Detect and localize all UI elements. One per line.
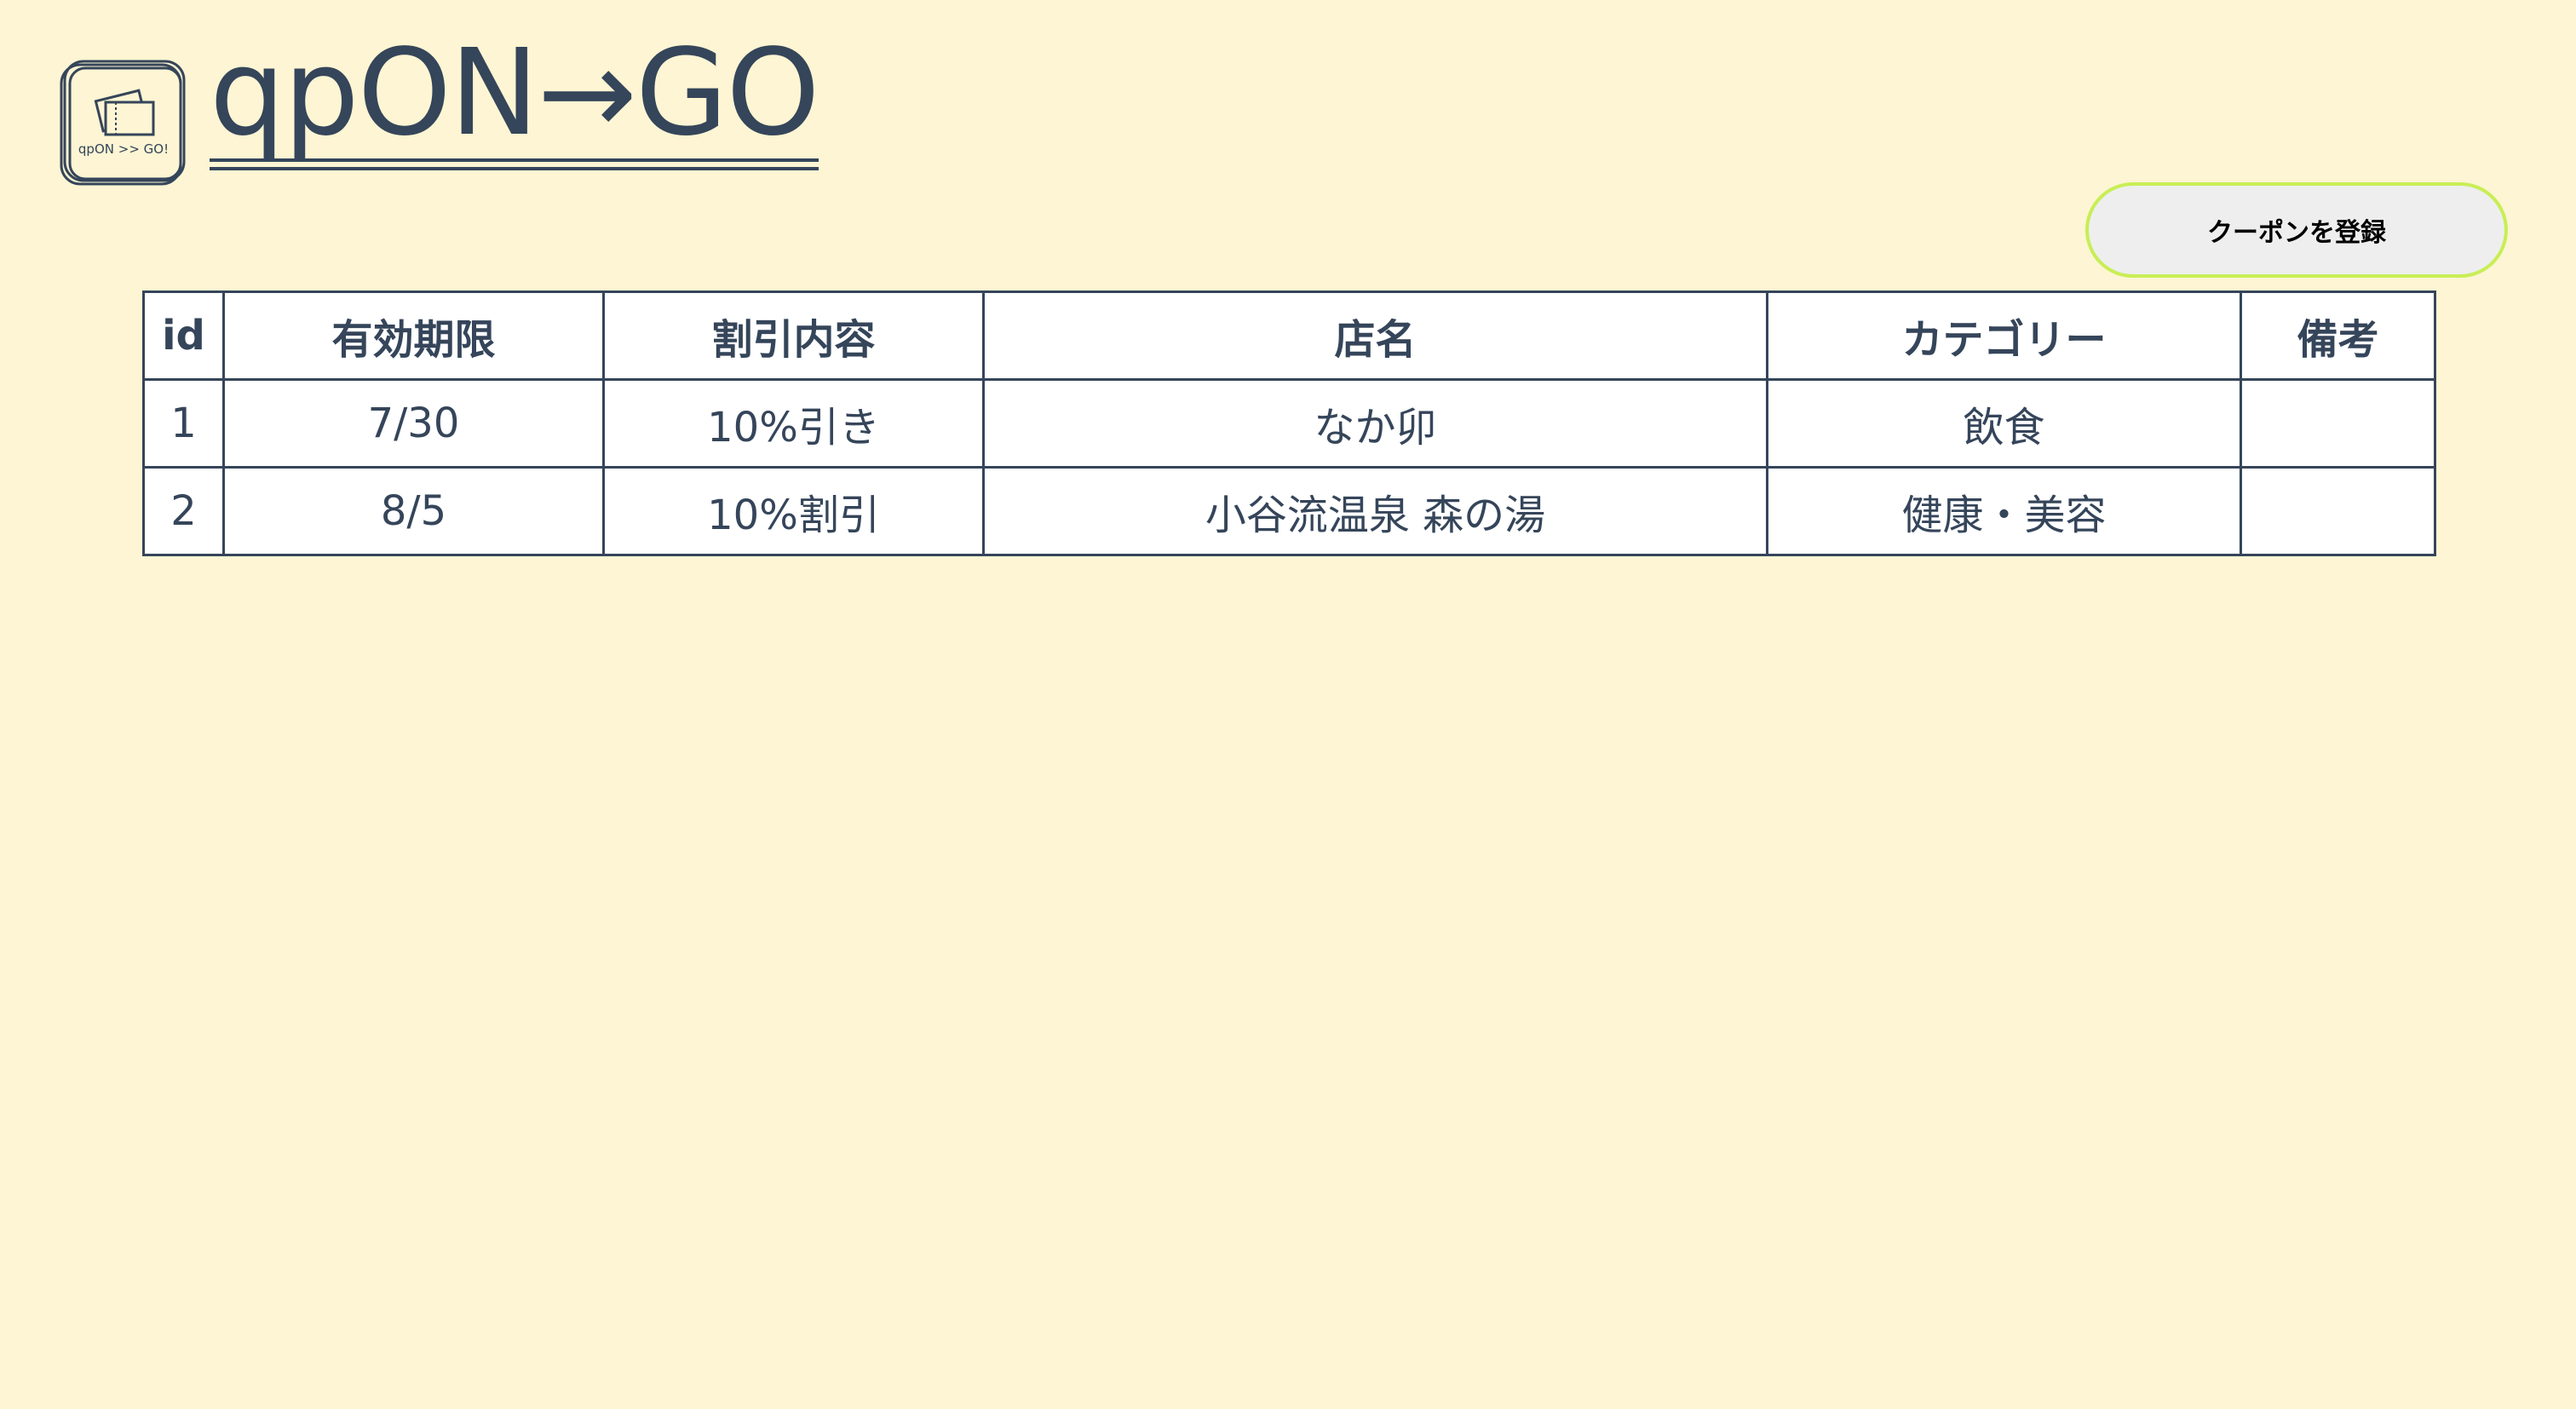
column-header-expiry: 有効期限 <box>222 290 605 381</box>
cell-expiry: 7/30 <box>222 378 605 469</box>
column-header-discount: 割引内容 <box>602 290 985 381</box>
app-title[interactable]: qpON→GO <box>210 34 820 170</box>
cell-discount: 10%引き <box>602 378 985 469</box>
cell-discount: 10%割引 <box>602 466 985 556</box>
coupon-table: id 有効期限 割引内容 店名 カテゴリー 備考 1 7/30 10%引き なか… <box>142 290 2436 556</box>
column-header-store: 店名 <box>982 290 1768 381</box>
coupon-logo-icon <box>60 60 186 186</box>
cell-category: 飲食 <box>1766 378 2242 469</box>
cell-store: なか卯 <box>982 378 1768 469</box>
cell-store: 小谷流温泉 森の湯 <box>982 466 1768 556</box>
column-header-id: id <box>142 290 225 381</box>
table-row: 2 8/5 10%割引 小谷流温泉 森の湯 健康・美容 <box>142 466 2436 556</box>
logo-text: qpON >> GO! <box>78 141 170 157</box>
cell-notes <box>2240 466 2436 556</box>
table-row: 1 7/30 10%引き なか卯 飲食 <box>142 378 2436 469</box>
cell-category: 健康・美容 <box>1766 466 2242 556</box>
cell-id: 2 <box>142 466 225 556</box>
app-logo: qpON >> GO! <box>60 60 187 187</box>
column-header-notes: 備考 <box>2240 290 2436 381</box>
cell-notes <box>2240 378 2436 469</box>
cell-id: 1 <box>142 378 225 469</box>
column-header-category: カテゴリー <box>1766 290 2242 381</box>
register-coupon-button[interactable]: クーポンを登録 <box>2085 182 2508 278</box>
cell-expiry: 8/5 <box>222 466 605 556</box>
table-header-row: id 有効期限 割引内容 店名 カテゴリー 備考 <box>142 290 2436 381</box>
